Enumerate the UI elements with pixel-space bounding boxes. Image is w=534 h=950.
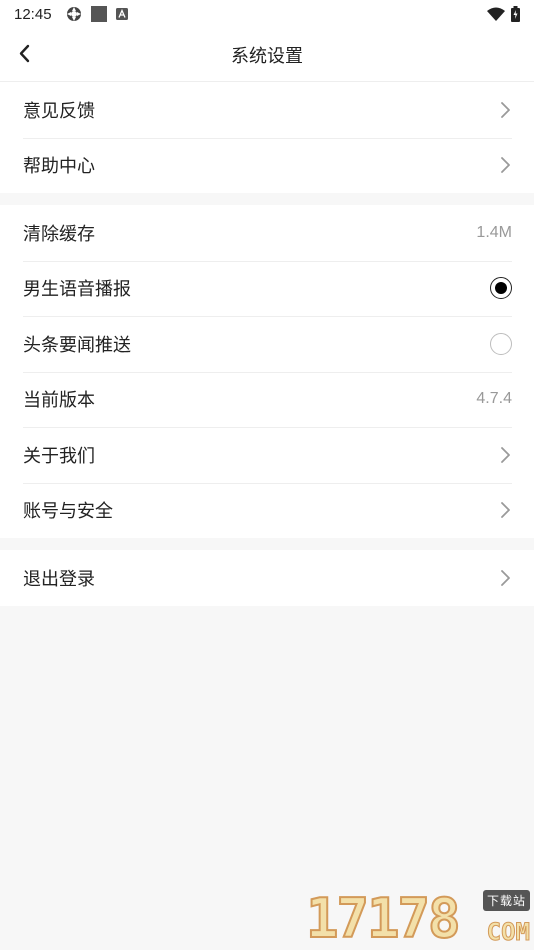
settings-row[interactable]: 退出登录 — [0, 550, 534, 606]
chevron-right-icon — [498, 501, 512, 519]
settings-row[interactable]: 当前版本 4.7.4 — [0, 371, 534, 428]
settings-row-label: 当前版本 — [23, 390, 95, 412]
watermark-badge: 下载站 — [482, 890, 530, 911]
radio-unchecked[interactable] — [490, 332, 512, 355]
watermark-number: 17178 — [305, 887, 462, 950]
settings-row[interactable]: 帮助中心 — [0, 137, 534, 194]
status-system-icons — [487, 6, 520, 22]
settings-group: 退出登录 — [0, 550, 534, 606]
radio-dot — [495, 282, 507, 295]
sync-icon — [66, 7, 81, 21]
wifi-icon — [487, 7, 505, 21]
settings-list: 意见反馈帮助中心清除缓存 1.4M 男生语音播报 头条要闻推送 当前版本 4.7.4 关于我… — [0, 82, 534, 606]
chevron-right-icon — [498, 446, 512, 464]
settings-group: 意见反馈 帮助中心 — [0, 82, 534, 193]
watermark-domain: COM — [486, 918, 530, 947]
settings-row[interactable]: 清除缓存 1.4M — [0, 205, 534, 261]
settings-group: 清除缓存 1.4M 男生语音播报 头条要闻推送 当前版本 4.7.4 关于我们账号与安全 — [0, 205, 534, 538]
status-time: 12:45 — [14, 5, 52, 23]
status-bar: 12:45 — [0, 0, 534, 28]
settings-row-label: 男生语音播报 — [23, 279, 131, 301]
settings-row[interactable]: 关于我们 — [0, 427, 534, 483]
settings-row-label: 账号与安全 — [23, 501, 113, 523]
settings-row-label: 关于我们 — [23, 445, 95, 467]
page-title: 系统设置 — [231, 45, 303, 67]
settings-row[interactable]: 男生语音播报 — [0, 260, 534, 317]
settings-row[interactable]: 账号与安全 — [0, 482, 534, 539]
chevron-right-icon — [498, 101, 512, 119]
back-arrow-icon[interactable] — [14, 42, 38, 66]
settings-row-label: 头条要闻推送 — [23, 334, 131, 356]
app-notification-icon — [115, 8, 128, 20]
settings-row-label: 意见反馈 — [23, 100, 95, 122]
watermark-logo: 17178 下载站 COM — [305, 886, 534, 950]
square-notification-icon — [90, 6, 107, 22]
settings-row-label: 清除缓存 — [23, 223, 95, 245]
settings-row[interactable]: 意见反馈 — [0, 82, 534, 138]
chevron-right-icon — [498, 569, 512, 587]
status-notification-icons — [66, 6, 128, 22]
radio-checked[interactable] — [490, 277, 512, 300]
section-gap — [0, 538, 534, 550]
battery-icon — [511, 6, 520, 22]
settings-row-value: 1.4M — [476, 223, 512, 241]
settings-row-label: 帮助中心 — [23, 156, 95, 178]
settings-row-label: 退出登录 — [23, 568, 95, 590]
settings-row-value: 4.7.4 — [476, 390, 512, 408]
chevron-right-icon — [498, 156, 512, 174]
section-gap — [0, 193, 534, 205]
nav-bar: 系统设置 — [0, 28, 534, 82]
settings-row[interactable]: 头条要闻推送 — [0, 316, 534, 372]
